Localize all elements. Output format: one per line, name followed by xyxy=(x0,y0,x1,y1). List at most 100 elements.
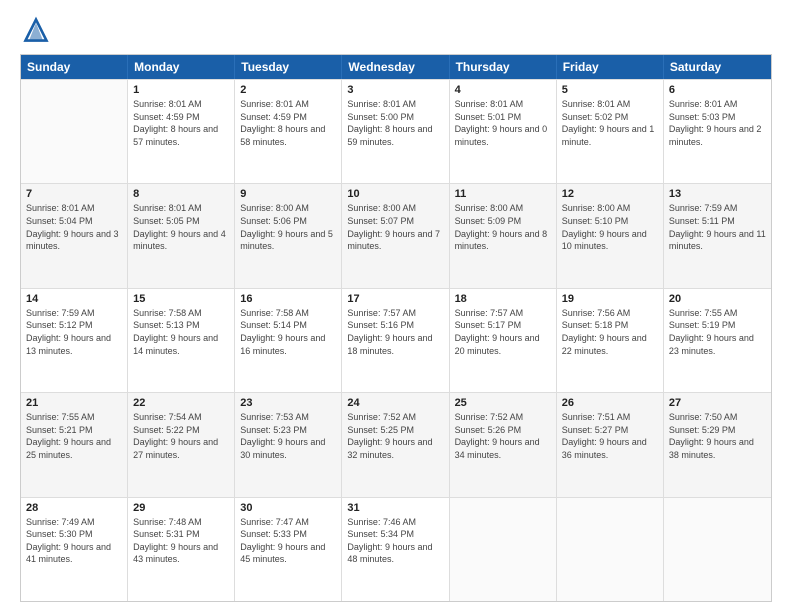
day-info: Sunrise: 8:01 AM Sunset: 4:59 PM Dayligh… xyxy=(133,98,229,148)
day-number: 22 xyxy=(133,397,229,409)
calendar-weekday-sunday: Sunday xyxy=(21,55,128,79)
logo xyxy=(20,16,54,44)
calendar-day-27: 27 Sunrise: 7:50 AM Sunset: 5:29 PM Dayli… xyxy=(664,393,771,496)
day-info: Sunrise: 7:48 AM Sunset: 5:31 PM Dayligh… xyxy=(133,516,229,566)
day-number: 17 xyxy=(347,293,443,305)
day-info: Sunrise: 8:00 AM Sunset: 5:07 PM Dayligh… xyxy=(347,202,443,252)
day-info: Sunrise: 8:01 AM Sunset: 5:00 PM Dayligh… xyxy=(347,98,443,148)
day-info: Sunrise: 8:00 AM Sunset: 5:10 PM Dayligh… xyxy=(562,202,658,252)
day-number: 27 xyxy=(669,397,766,409)
day-info: Sunrise: 7:53 AM Sunset: 5:23 PM Dayligh… xyxy=(240,411,336,461)
day-info: Sunrise: 7:57 AM Sunset: 5:17 PM Dayligh… xyxy=(455,307,551,357)
calendar-day-16: 16 Sunrise: 7:58 AM Sunset: 5:14 PM Dayli… xyxy=(235,289,342,392)
day-info: Sunrise: 7:58 AM Sunset: 5:13 PM Dayligh… xyxy=(133,307,229,357)
calendar-day-18: 18 Sunrise: 7:57 AM Sunset: 5:17 PM Dayli… xyxy=(450,289,557,392)
day-number: 25 xyxy=(455,397,551,409)
day-info: Sunrise: 7:55 AM Sunset: 5:19 PM Dayligh… xyxy=(669,307,766,357)
calendar: SundayMondayTuesdayWednesdayThursdayFrid… xyxy=(20,54,772,602)
header xyxy=(20,16,772,44)
day-number: 23 xyxy=(240,397,336,409)
day-info: Sunrise: 7:55 AM Sunset: 5:21 PM Dayligh… xyxy=(26,411,122,461)
day-number: 14 xyxy=(26,293,122,305)
calendar-day-25: 25Sunrise: 7:52 AM Sunset: 5:26 PM Dayli… xyxy=(450,393,557,496)
day-number: 28 xyxy=(26,502,122,514)
day-number: 3 xyxy=(347,84,443,96)
calendar-day-3: 3 Sunrise: 8:01 AM Sunset: 5:00 PM Daylig… xyxy=(342,80,449,183)
day-number: 21 xyxy=(26,397,122,409)
day-info: Sunrise: 7:52 AM Sunset: 5:25 PM Dayligh… xyxy=(347,411,443,461)
day-number: 4 xyxy=(455,84,551,96)
day-info: Sunrise: 8:01 AM Sunset: 5:05 PM Dayligh… xyxy=(133,202,229,252)
calendar-week-1: 1Sunrise: 8:01 AM Sunset: 4:59 PM Daylig… xyxy=(21,79,771,183)
day-number: 6 xyxy=(669,84,766,96)
calendar-day-23: 23 Sunrise: 7:53 AM Sunset: 5:23 PM Dayli… xyxy=(235,393,342,496)
calendar-week-4: 21 Sunrise: 7:55 AM Sunset: 5:21 PM Dayli… xyxy=(21,392,771,496)
day-info: Sunrise: 7:46 AM Sunset: 5:34 PM Dayligh… xyxy=(347,516,443,566)
calendar-day-28: 28 Sunrise: 7:49 AM Sunset: 5:30 PM Dayli… xyxy=(21,498,128,601)
calendar-week-3: 14 Sunrise: 7:59 AM Sunset: 5:12 PM Dayli… xyxy=(21,288,771,392)
calendar-day-19: 19Sunrise: 7:56 AM Sunset: 5:18 PM Dayli… xyxy=(557,289,664,392)
day-number: 2 xyxy=(240,84,336,96)
day-number: 29 xyxy=(133,502,229,514)
day-number: 15 xyxy=(133,293,229,305)
day-number: 30 xyxy=(240,502,336,514)
day-number: 11 xyxy=(455,188,551,200)
day-info: Sunrise: 8:01 AM Sunset: 5:02 PM Dayligh… xyxy=(562,98,658,148)
day-info: Sunrise: 8:00 AM Sunset: 5:09 PM Dayligh… xyxy=(455,202,551,252)
calendar-weekday-wednesday: Wednesday xyxy=(342,55,449,79)
calendar-day-15: 15 Sunrise: 7:58 AM Sunset: 5:13 PM Dayli… xyxy=(128,289,235,392)
calendar-day-29: 29 Sunrise: 7:48 AM Sunset: 5:31 PM Dayli… xyxy=(128,498,235,601)
page: SundayMondayTuesdayWednesdayThursdayFrid… xyxy=(0,0,792,612)
day-info: Sunrise: 8:01 AM Sunset: 5:03 PM Dayligh… xyxy=(669,98,766,148)
calendar-day-empty-4-6 xyxy=(664,498,771,601)
day-number: 8 xyxy=(133,188,229,200)
day-info: Sunrise: 8:01 AM Sunset: 5:01 PM Dayligh… xyxy=(455,98,551,148)
calendar-week-5: 28 Sunrise: 7:49 AM Sunset: 5:30 PM Dayli… xyxy=(21,497,771,601)
calendar-day-empty-0-0 xyxy=(21,80,128,183)
calendar-day-30: 30 Sunrise: 7:47 AM Sunset: 5:33 PM Dayli… xyxy=(235,498,342,601)
day-info: Sunrise: 7:57 AM Sunset: 5:16 PM Dayligh… xyxy=(347,307,443,357)
day-info: Sunrise: 7:50 AM Sunset: 5:29 PM Dayligh… xyxy=(669,411,766,461)
day-number: 7 xyxy=(26,188,122,200)
calendar-day-4: 4 Sunrise: 8:01 AM Sunset: 5:01 PM Daylig… xyxy=(450,80,557,183)
calendar-weekday-tuesday: Tuesday xyxy=(235,55,342,79)
calendar-weekday-monday: Monday xyxy=(128,55,235,79)
day-info: Sunrise: 7:51 AM Sunset: 5:27 PM Dayligh… xyxy=(562,411,658,461)
day-number: 5 xyxy=(562,84,658,96)
calendar-weekday-saturday: Saturday xyxy=(664,55,771,79)
day-info: Sunrise: 8:01 AM Sunset: 5:04 PM Dayligh… xyxy=(26,202,122,252)
day-info: Sunrise: 7:59 AM Sunset: 5:12 PM Dayligh… xyxy=(26,307,122,357)
calendar-day-11: 11 Sunrise: 8:00 AM Sunset: 5:09 PM Dayli… xyxy=(450,184,557,287)
day-number: 10 xyxy=(347,188,443,200)
day-number: 16 xyxy=(240,293,336,305)
calendar-weekday-thursday: Thursday xyxy=(450,55,557,79)
calendar-day-24: 24Sunrise: 7:52 AM Sunset: 5:25 PM Dayli… xyxy=(342,393,449,496)
calendar-day-26: 26 Sunrise: 7:51 AM Sunset: 5:27 PM Dayli… xyxy=(557,393,664,496)
calendar-day-17: 17 Sunrise: 7:57 AM Sunset: 5:16 PM Dayli… xyxy=(342,289,449,392)
logo-icon xyxy=(22,16,50,44)
calendar-day-14: 14 Sunrise: 7:59 AM Sunset: 5:12 PM Dayli… xyxy=(21,289,128,392)
calendar-day-empty-4-4 xyxy=(450,498,557,601)
calendar-weekday-friday: Friday xyxy=(557,55,664,79)
calendar-day-8: 8 Sunrise: 8:01 AM Sunset: 5:05 PM Daylig… xyxy=(128,184,235,287)
day-number: 13 xyxy=(669,188,766,200)
calendar-header: SundayMondayTuesdayWednesdayThursdayFrid… xyxy=(21,55,771,79)
day-number: 18 xyxy=(455,293,551,305)
calendar-day-9: 9 Sunrise: 8:00 AM Sunset: 5:06 PM Daylig… xyxy=(235,184,342,287)
day-info: Sunrise: 7:56 AM Sunset: 5:18 PM Dayligh… xyxy=(562,307,658,357)
day-info: Sunrise: 8:00 AM Sunset: 5:06 PM Dayligh… xyxy=(240,202,336,252)
day-number: 12 xyxy=(562,188,658,200)
day-number: 9 xyxy=(240,188,336,200)
calendar-body: 1Sunrise: 8:01 AM Sunset: 4:59 PM Daylig… xyxy=(21,79,771,601)
day-number: 26 xyxy=(562,397,658,409)
calendar-day-1: 1Sunrise: 8:01 AM Sunset: 4:59 PM Daylig… xyxy=(128,80,235,183)
day-number: 31 xyxy=(347,502,443,514)
calendar-day-12: 12 Sunrise: 8:00 AM Sunset: 5:10 PM Dayli… xyxy=(557,184,664,287)
day-info: Sunrise: 8:01 AM Sunset: 4:59 PM Dayligh… xyxy=(240,98,336,148)
calendar-day-6: 6 Sunrise: 8:01 AM Sunset: 5:03 PM Daylig… xyxy=(664,80,771,183)
day-info: Sunrise: 7:58 AM Sunset: 5:14 PM Dayligh… xyxy=(240,307,336,357)
day-info: Sunrise: 7:49 AM Sunset: 5:30 PM Dayligh… xyxy=(26,516,122,566)
calendar-day-empty-4-5 xyxy=(557,498,664,601)
calendar-day-31: 31 Sunrise: 7:46 AM Sunset: 5:34 PM Dayli… xyxy=(342,498,449,601)
day-info: Sunrise: 7:47 AM Sunset: 5:33 PM Dayligh… xyxy=(240,516,336,566)
